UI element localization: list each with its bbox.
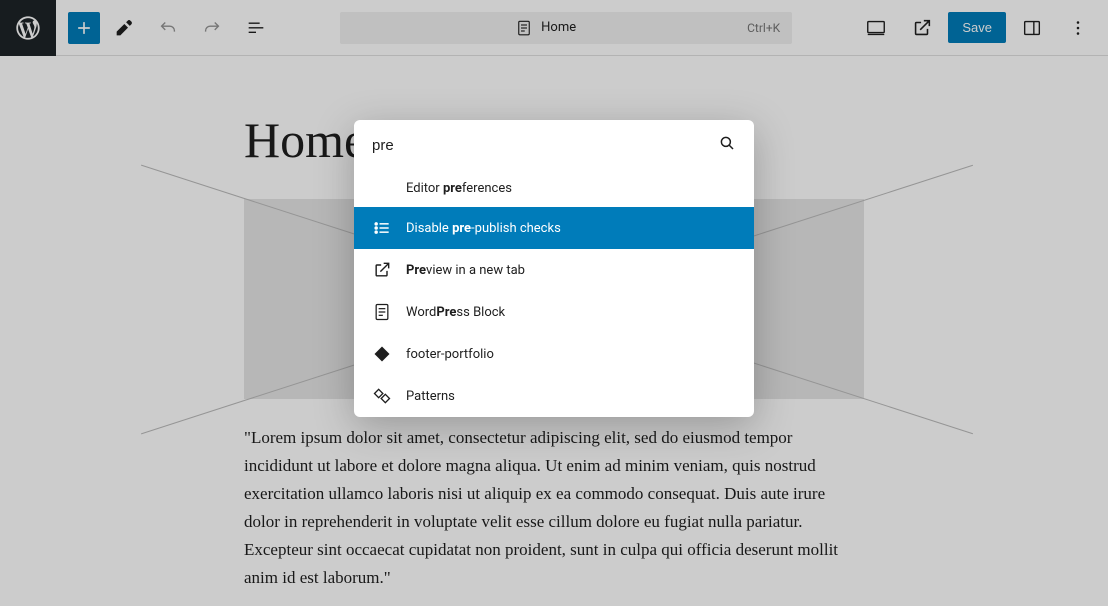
external-link-icon (372, 260, 392, 280)
page-icon (372, 302, 392, 322)
command-item-label: footer-portfolio (406, 347, 494, 362)
command-item-patterns[interactable]: Patterns (354, 375, 754, 417)
command-item-label: Disable pre-publish checks (406, 221, 561, 236)
command-list: Editor preferences Disable pre-publish c… (354, 170, 754, 417)
command-item-label: Editor preferences (406, 181, 512, 196)
diamonds-icon (372, 386, 392, 406)
diamond-icon (372, 344, 392, 364)
command-item-label: WordPress Block (406, 305, 505, 320)
command-item-preview[interactable]: Preview in a new tab (354, 249, 754, 291)
command-item-footer-portfolio[interactable]: footer-portfolio (354, 333, 754, 375)
checklist-icon (372, 218, 392, 238)
command-item-label: Patterns (406, 389, 455, 404)
command-palette: Editor preferences Disable pre-publish c… (354, 120, 754, 417)
command-item-disable-prepublish[interactable]: Disable pre-publish checks (354, 207, 754, 249)
command-search-row (354, 120, 754, 170)
command-item-wordpress-block[interactable]: WordPress Block (354, 291, 754, 333)
command-item-label: Preview in a new tab (406, 263, 525, 278)
command-search-input[interactable] (372, 137, 718, 154)
search-icon (718, 134, 736, 156)
command-item-preferences[interactable]: Editor preferences (354, 170, 754, 207)
